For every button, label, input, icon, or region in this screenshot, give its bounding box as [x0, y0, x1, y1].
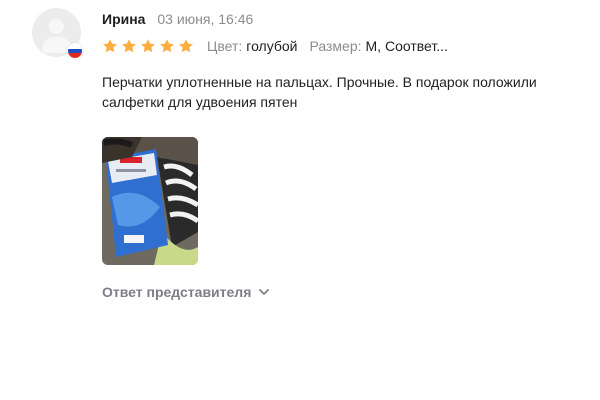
user-silhouette-icon	[49, 19, 64, 34]
rating-stars	[102, 38, 194, 54]
property-label: Размер:	[309, 38, 362, 54]
review-text: Перчатки уплотненные на пальцах. Прочные…	[102, 74, 537, 110]
star-icon	[102, 38, 118, 54]
review-card: Ирина 03 июня, 16:46 Цвет: голубой Размер…	[0, 0, 600, 400]
property-value: М, Соответ...	[365, 38, 448, 54]
russia-flag-icon	[67, 43, 83, 59]
property-label: Цвет:	[207, 38, 243, 54]
review-photo[interactable]	[102, 137, 198, 265]
star-icon	[178, 38, 194, 54]
star-icon	[121, 38, 137, 54]
chevron-down-icon	[259, 288, 270, 296]
reply-toggle-label: Ответ представителя	[102, 284, 252, 300]
review-header: Ирина 03 июня, 16:46	[102, 10, 253, 28]
review-meta: Цвет: голубой Размер: М, Соответ...	[102, 37, 448, 55]
property-color: Цвет: голубой	[207, 38, 298, 54]
author-name: Ирина	[102, 11, 146, 27]
representative-reply-toggle[interactable]: Ответ представителя	[102, 284, 270, 300]
property-value: голубой	[246, 38, 298, 54]
property-size: Размер: М, Соответ...	[310, 38, 448, 54]
photo-thumbnail	[102, 137, 198, 265]
review-date: 03 июня, 16:46	[157, 11, 254, 27]
avatar	[32, 8, 83, 59]
star-icon	[159, 38, 175, 54]
star-icon	[140, 38, 156, 54]
